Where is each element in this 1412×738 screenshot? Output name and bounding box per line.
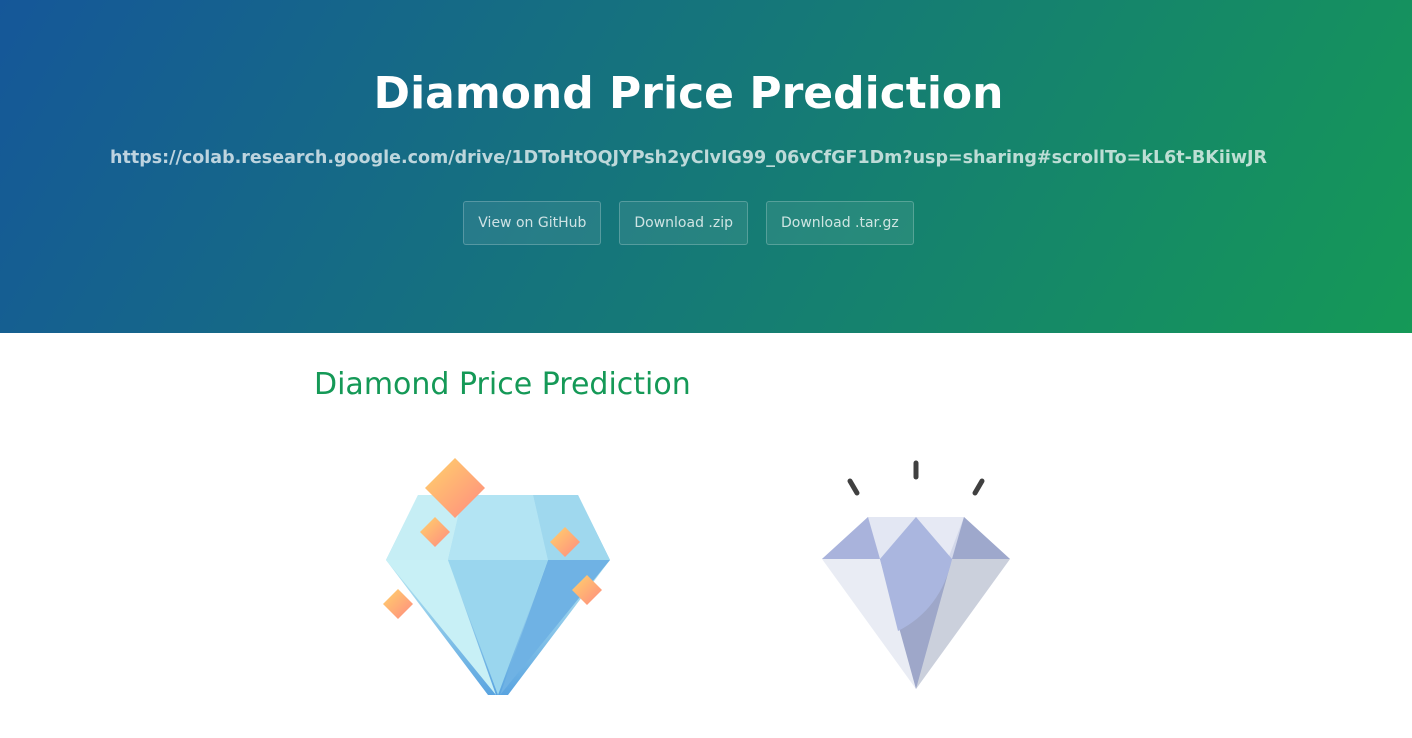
- download-zip-button[interactable]: Download .zip: [619, 201, 748, 245]
- section-heading: Diamond Price Prediction: [314, 367, 691, 402]
- page-header: Diamond Price Prediction https://colab.r…: [0, 0, 1412, 333]
- project-tagline: https://colab.research.google.com/drive/…: [110, 148, 1267, 168]
- download-targz-button[interactable]: Download .tar.gz: [765, 201, 914, 245]
- main-content: Diamond Price Prediction: [0, 333, 1412, 738]
- shining-lavender-diamond-icon: [822, 460, 1010, 689]
- project-title: Diamond Price Prediction: [373, 68, 1004, 119]
- view-on-github-button[interactable]: View on GitHub: [463, 201, 602, 245]
- sparkling-blue-diamond-icon: [383, 458, 610, 695]
- header-button-row: View on GitHub Download .zip Download .t…: [0, 201, 1377, 245]
